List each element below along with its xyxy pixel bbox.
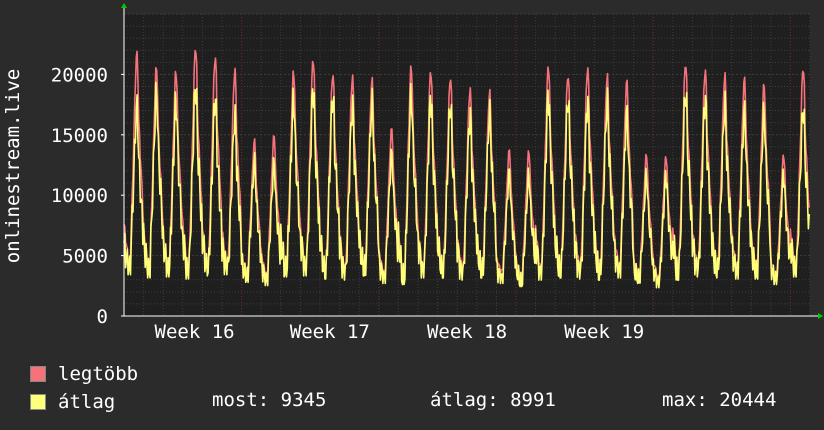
y-tick-label: 5000 (62, 246, 108, 268)
legend-label-max: legtöbb (58, 363, 139, 385)
x-tick-label: Week 16 (155, 321, 235, 343)
legend-item-avg: átlag (30, 388, 115, 416)
legend-label-avg: átlag (58, 391, 116, 413)
x-tick-label: Week 17 (290, 321, 370, 343)
y-tick-label: 20000 (51, 64, 108, 86)
stat-now: most: 9345 (212, 389, 327, 411)
stat-avg: átlag: 8991 (430, 389, 556, 411)
y-tick-label: 15000 (51, 125, 108, 147)
x-tick-label: Week 18 (427, 321, 507, 343)
stat-max: max: 20444 (662, 389, 777, 411)
y-axis-label: onlinestream.live (2, 69, 24, 263)
legend-item-max: legtöbb (30, 360, 138, 388)
x-axis-arrow (818, 313, 823, 319)
chart: 0 5000 10000 15000 20000 Week 16 Week 17 Week 1… (2, 3, 823, 343)
x-tick-label: Week 19 (564, 321, 644, 343)
y-tick-label: 10000 (51, 185, 108, 207)
y-tick-label: 0 (97, 306, 108, 328)
y-axis-arrow (121, 3, 127, 8)
legend-swatch-avg (30, 394, 46, 410)
legend-swatch-max (30, 366, 46, 382)
